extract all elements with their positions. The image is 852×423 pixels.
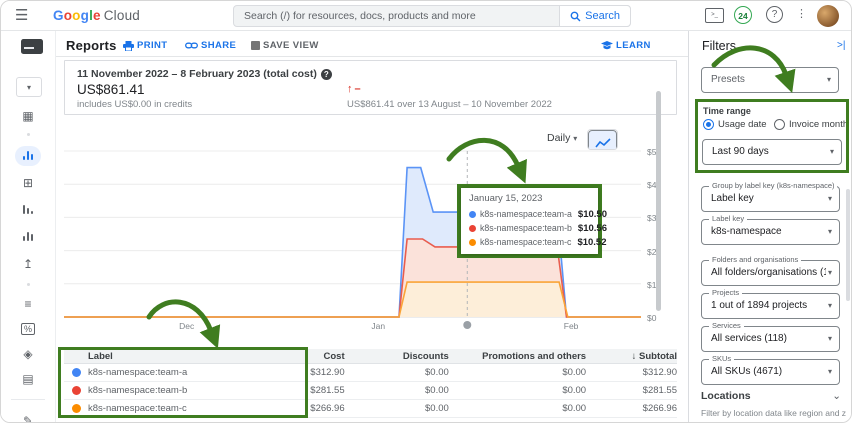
radio-icon xyxy=(774,119,785,130)
select-label: SKUs xyxy=(709,354,734,363)
crosshair-handle[interactable] xyxy=(463,321,471,329)
chart-plot[interactable] xyxy=(64,151,641,333)
select-value: Label key xyxy=(711,193,754,204)
col-label[interactable]: Label xyxy=(88,351,244,362)
presets-select[interactable]: Presets▾ xyxy=(701,67,839,93)
filter-select-services[interactable]: ServicesAll services (118)▾ xyxy=(701,326,840,352)
select-value: k8s-namespace xyxy=(711,226,782,237)
select-value: All SKUs (4671) xyxy=(711,366,782,377)
table-row[interactable]: k8s-namespace:team-a$312.90$0.00$0.00$31… xyxy=(64,364,677,382)
filter-select-skus[interactable]: SKUsAll SKUs (4671)▾ xyxy=(701,359,840,385)
series-dot xyxy=(72,368,81,377)
y-axis-label: $0 xyxy=(647,313,656,323)
chevron-down-icon: ▾ xyxy=(828,194,832,203)
cell-label: k8s-namespace:team-a xyxy=(88,367,244,378)
cell-subtotal: $312.90 xyxy=(586,367,677,378)
app-window: ☰ GoogleCloud Search (/) for resources, … xyxy=(0,0,852,423)
area-fill-k8s-namespace:team-c xyxy=(64,282,641,317)
filters-title: Filters xyxy=(702,39,736,53)
collapse-panel-icon[interactable]: >| xyxy=(837,40,845,51)
cell-subtotal: $266.96 xyxy=(586,403,677,414)
select-label: Services xyxy=(709,321,744,330)
select-label: Group by label key (k8s-namespace) xyxy=(709,181,837,190)
series-dot xyxy=(72,386,81,395)
sort-desc-icon: ↓ xyxy=(632,351,637,362)
x-axis-label: Feb xyxy=(564,321,579,331)
filter-select-projects[interactable]: Projects1 out of 1894 projects▾ xyxy=(701,293,840,319)
cell-promotions: $0.00 xyxy=(449,403,586,414)
cell-promotions: $0.00 xyxy=(449,385,586,396)
chevron-down-icon: ▾ xyxy=(827,75,831,84)
cell-discounts: $0.00 xyxy=(345,385,449,396)
cell-discounts: $0.00 xyxy=(345,367,449,378)
cell-cost: $266.96 xyxy=(244,403,344,414)
main-scrollbar[interactable] xyxy=(656,91,661,311)
cell-promotions: $0.00 xyxy=(449,367,586,378)
chevron-down-icon: ▾ xyxy=(828,334,832,343)
col-subtotal[interactable]: ↓ Subtotal xyxy=(586,351,677,362)
filters-scrollbar[interactable] xyxy=(846,189,850,301)
select-label: Label key xyxy=(709,214,747,223)
locations-expander[interactable]: Locations⌄ xyxy=(701,390,841,402)
cell-discounts: $0.00 xyxy=(345,403,449,414)
filter-select-group-by-label-key-k8s-namespace[interactable]: Group by label key (k8s-namespace)Label … xyxy=(701,186,840,212)
chevron-down-icon: ▾ xyxy=(828,227,832,236)
series-dot xyxy=(72,404,81,413)
chevron-down-icon: ▾ xyxy=(828,268,832,277)
chevron-down-icon: ▾ xyxy=(828,367,832,376)
select-label: Projects xyxy=(709,288,742,297)
invoice-month-radio[interactable]: Invoice month xyxy=(774,119,848,130)
cell-label: k8s-namespace:team-c xyxy=(88,403,244,414)
chevron-down-icon: ⌄ xyxy=(832,390,841,402)
cell-cost: $312.90 xyxy=(244,367,344,378)
locations-hint: Filter by location data like region and … xyxy=(701,408,846,418)
filter-select-folders-and-organisations[interactable]: Folders and organisationsAll folders/org… xyxy=(701,260,840,286)
col-promotions[interactable]: Promotions and others xyxy=(449,351,586,362)
table-row[interactable]: k8s-namespace:team-c$266.96$0.00$0.00$26… xyxy=(64,400,677,418)
x-axis-label: Jan xyxy=(371,321,385,331)
select-value: All services (118) xyxy=(711,333,787,344)
cell-label: k8s-namespace:team-b xyxy=(88,385,244,396)
col-cost[interactable]: Cost xyxy=(244,351,344,362)
filters-panel: Filters >| Presets▾ Time range Usage dat… xyxy=(688,31,852,423)
usage-date-radio[interactable]: Usage date xyxy=(703,119,767,130)
select-label: Folders and organisations xyxy=(709,255,801,264)
time-range-label: Time range xyxy=(703,106,751,116)
col-discounts[interactable]: Discounts xyxy=(345,351,449,362)
select-value: All folders/organisations (14) xyxy=(711,267,826,278)
x-axis-label: Dec xyxy=(179,321,194,331)
table-header-row: Label Cost Discounts Promotions and othe… xyxy=(64,349,677,364)
chevron-down-icon: ▾ xyxy=(828,301,832,310)
filter-select-label-key[interactable]: Label keyk8s-namespace▾ xyxy=(701,219,840,245)
select-value: 1 out of 1894 projects xyxy=(711,300,807,311)
cell-cost: $281.55 xyxy=(244,385,344,396)
table-row[interactable]: k8s-namespace:team-b$281.55$0.00$0.00$28… xyxy=(64,382,677,400)
cost-table: Label Cost Discounts Promotions and othe… xyxy=(64,349,677,418)
chevron-down-icon: ▾ xyxy=(830,147,834,156)
radio-selected-icon xyxy=(703,119,714,130)
time-range-select[interactable]: Last 90 days▾ xyxy=(702,139,842,165)
cell-subtotal: $281.55 xyxy=(586,385,677,396)
